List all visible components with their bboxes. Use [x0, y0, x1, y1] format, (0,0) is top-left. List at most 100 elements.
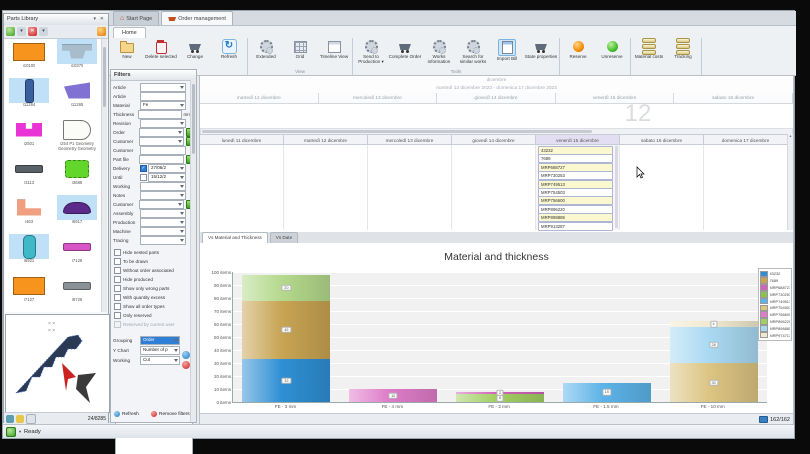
status-dropdown-icon[interactable]: ▼	[18, 429, 22, 434]
part-item-254-p1-geometry-geometry-geometry[interactable]: \254 P1 Geometry Geometry Geometry	[53, 117, 101, 156]
folder-small-icon[interactable]	[16, 415, 24, 423]
until-date-field[interactable]: 15/12/2	[148, 173, 186, 182]
delete-selected-button[interactable]: Delete selected	[144, 38, 178, 59]
customer-input[interactable]	[140, 146, 186, 155]
notes-select[interactable]	[140, 191, 186, 200]
checkbox-box[interactable]	[114, 303, 121, 310]
part-item-3113[interactable]: \3113	[5, 156, 53, 195]
checkbox-box[interactable]	[114, 249, 121, 256]
checkbox-only-reserved[interactable]: Only reserved	[114, 311, 194, 319]
grouping-select[interactable]: Order	[140, 336, 180, 345]
part-item-7127[interactable]: \7127	[5, 273, 53, 312]
day-column-mercoled-13-dicembre[interactable]	[368, 145, 452, 230]
bar-segment-43232[interactable]: 33	[242, 359, 330, 402]
part-item-3686[interactable]: \3686	[53, 156, 101, 195]
checkbox-box[interactable]	[114, 312, 121, 319]
doc-tab-start-page[interactable]: ⌂Start Page	[113, 11, 159, 25]
checkbox-show-only-wrong-parts[interactable]: Show only wrong parts	[114, 284, 194, 292]
chart-stop-button[interactable]	[182, 361, 190, 369]
status-green-icon[interactable]	[6, 427, 16, 437]
bar-segment-mrp688727[interactable]: 2	[456, 392, 544, 395]
day-column-gioved-14-dicembre[interactable]	[452, 145, 536, 230]
order-select[interactable]	[139, 128, 184, 137]
checkbox-box[interactable]	[114, 294, 121, 301]
part-item-11264[interactable]: \11264	[5, 78, 53, 117]
bar-segment-7689[interactable]: 45	[242, 301, 330, 360]
timeline-column-marted-12-dicembre[interactable]: martedì 12 dicembre	[200, 93, 319, 104]
checkbox-hide-produced[interactable]: Hide produced	[114, 275, 194, 283]
panel-close-icon[interactable]: ✕	[100, 16, 104, 22]
part-item-6917[interactable]: \6917	[53, 195, 101, 234]
chart-info-button[interactable]	[182, 351, 190, 359]
part-3d-preview[interactable]: × × × ×	[5, 314, 110, 413]
chart-tab-vs-material-and-thickness[interactable]: Vs Material and Thickness	[202, 232, 268, 243]
works-information-button[interactable]: Works information	[422, 38, 456, 64]
complete-order-button[interactable]: Complete Order	[388, 38, 422, 59]
refresh-filters-button[interactable]: Refresh	[114, 411, 139, 417]
checkbox-to-be-drawn[interactable]: To be drawn	[114, 257, 194, 265]
day-header-domenica-17-dicembre[interactable]: domenica 17 dicembre	[704, 134, 788, 145]
order-list-scrollbar[interactable]	[615, 146, 618, 228]
grid-button[interactable]: Grid	[283, 38, 317, 59]
remove-filters-button[interactable]: Remove filters	[151, 411, 190, 417]
machine-select[interactable]	[140, 227, 186, 236]
bar-segment-mrp730253[interactable]: 20	[242, 275, 330, 301]
timeline-view-button[interactable]: Timeline View	[317, 38, 351, 59]
fit-view-icon[interactable]	[26, 414, 36, 424]
new-button[interactable]: New	[110, 38, 144, 59]
refresh-button[interactable]: ↻Refresh	[212, 38, 246, 59]
day-header-marted-12-dicembre[interactable]: martedì 12 dicembre	[284, 134, 368, 145]
bar-segment-mrp756600[interactable]: 10	[349, 389, 437, 402]
pan-icon[interactable]	[6, 415, 14, 423]
article-select[interactable]	[140, 83, 186, 92]
part-item-463[interactable]: \463	[5, 195, 53, 234]
material-select[interactable]: Fe	[140, 101, 186, 110]
bar-segment-mrp754503[interactable]: 30	[670, 363, 758, 402]
add-part-icon[interactable]	[6, 27, 15, 36]
production-select[interactable]	[140, 218, 186, 227]
daygrid-vscrollbar[interactable]: ▲	[787, 134, 793, 230]
material-costs-button[interactable]: Material costs	[632, 38, 666, 59]
article-input[interactable]	[140, 92, 186, 101]
delivery-checkbox[interactable]	[140, 165, 147, 172]
extended-button[interactable]: Extended	[249, 38, 283, 59]
day-column-luned-11-dicembre[interactable]	[200, 145, 284, 230]
checkbox-with-quantity-excess[interactable]: With quantity excess	[114, 293, 194, 301]
checkbox-box[interactable]	[114, 267, 121, 274]
thickness-input[interactable]	[138, 110, 181, 119]
import-part-icon[interactable]	[97, 27, 106, 36]
delete-part-icon[interactable]: ✕	[28, 27, 37, 36]
panel-pin-icon[interactable]: ▾	[93, 16, 96, 22]
working-select[interactable]: Cut	[140, 356, 180, 365]
ribbon-tab-home[interactable]: Home	[113, 27, 146, 38]
customer-select[interactable]	[139, 137, 184, 146]
part-item-6921[interactable]: \6921	[5, 234, 53, 273]
tracking-button[interactable]: Tracking	[666, 38, 700, 59]
bar-segment-mrp974713[interactable]: 4	[670, 321, 758, 326]
bar-segment-mrp749513[interactable]: 15	[563, 383, 651, 403]
part-item-7126[interactable]: \7126	[53, 234, 101, 273]
checkbox-without-order-associated[interactable]: Without order associated	[114, 266, 194, 274]
timeline-column-sabato-16-dicembre[interactable]: sabato 16 dicembre	[674, 93, 793, 104]
part-file-input[interactable]	[139, 155, 184, 164]
day-header-sabato-16-dicembre[interactable]: sabato 16 dicembre	[620, 134, 704, 145]
day-header-venerd-15-dicembre[interactable]: venerdì 15 dicembre	[536, 134, 620, 145]
part-item-8726[interactable]: \8726	[53, 273, 101, 312]
checkbox-show-all-order-types[interactable]: Show all order types	[114, 302, 194, 310]
chart-tab-vs-date[interactable]: Vs Date	[270, 232, 298, 243]
bar-segment-mrp898885[interactable]: 28	[670, 327, 758, 363]
tracing-select[interactable]	[140, 236, 186, 245]
day-column-sabato-16-dicembre[interactable]	[620, 145, 704, 230]
state-properties-button[interactable]: State properties	[524, 38, 558, 59]
part-item-11265[interactable]: \11265	[53, 78, 101, 117]
search-for-similar-works-button[interactable]: Search for similar works	[456, 38, 490, 64]
settings-dropdown-icon[interactable]: ▾	[39, 27, 48, 36]
day-header-mercoled-13-dicembre[interactable]: mercoledì 13 dicembre	[368, 134, 452, 145]
assembly-select[interactable]	[140, 209, 186, 218]
part-item-2501[interactable]: \2501	[5, 117, 53, 156]
order-chip-mrp898885[interactable]: MRP898885	[538, 213, 613, 222]
checkbox-box[interactable]	[114, 276, 121, 283]
filters-scrollbar[interactable]	[190, 80, 196, 422]
day-header-luned-11-dicembre[interactable]: lunedì 11 dicembre	[200, 134, 284, 145]
view-mode-icon[interactable]: ▾	[17, 27, 26, 36]
